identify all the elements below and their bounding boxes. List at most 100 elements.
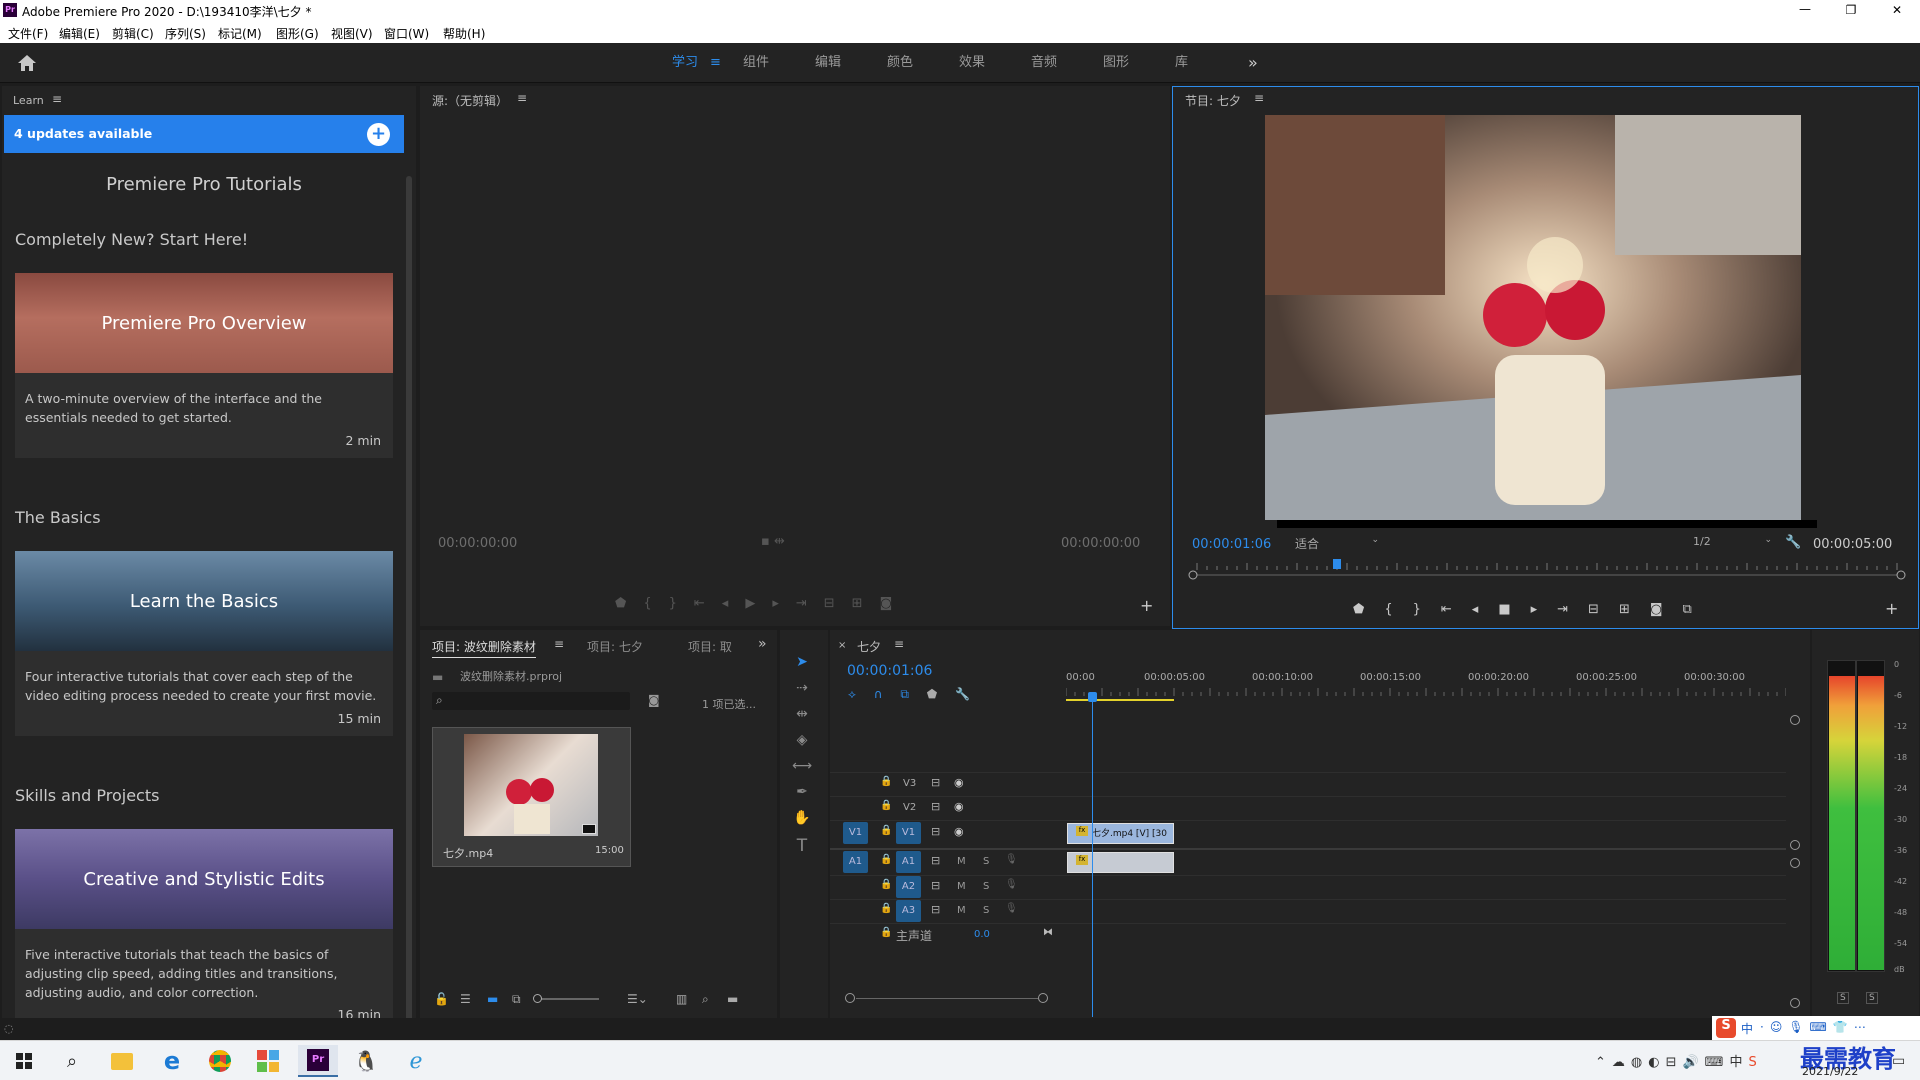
zoom-fit-dropdown[interactable]: 适合 ⌄ (1295, 535, 1385, 553)
menu-graphics[interactable]: 图形(G) (276, 25, 319, 42)
menu-sequence[interactable]: 序列(S) (165, 25, 206, 42)
source-settings-icon[interactable]: ▪ ⇹ (761, 534, 785, 549)
solo-button[interactable]: S (983, 881, 989, 892)
zoom-slider[interactable] (533, 994, 599, 1003)
icon-view-icon[interactable]: ▬ (487, 992, 498, 1006)
workspace-learn[interactable]: 学习 (672, 43, 698, 83)
home-icon[interactable] (17, 54, 37, 72)
sequence-tab[interactable]: 七夕 (857, 638, 881, 655)
lock-icon[interactable]: 🔒 (880, 776, 892, 787)
menu-help[interactable]: 帮助(H) (443, 25, 485, 42)
extract-icon[interactable]: ⊞ (1619, 602, 1650, 617)
solo-right-button[interactable]: S (1866, 992, 1878, 1004)
step-forward-icon[interactable]: ▸ (1531, 602, 1558, 617)
tutorial-card-overview[interactable]: Premiere Pro Overview A two-minute overv… (15, 273, 393, 458)
timeline-vertical-scroll[interactable] (1790, 715, 1802, 1010)
solo-left-button[interactable]: S (1837, 992, 1849, 1004)
nest-icon[interactable]: ⟡ (848, 687, 856, 701)
track-target-a3[interactable]: A3 (896, 900, 921, 922)
lock-icon[interactable]: 🔒 (880, 927, 892, 938)
close-icon[interactable]: × (838, 640, 846, 651)
playhead[interactable] (1088, 692, 1097, 1017)
eye-icon[interactable]: ◉ (954, 800, 964, 813)
close-button[interactable]: ✕ (1882, 0, 1912, 20)
tab-project-qixi[interactable]: 项目: 七夕 (587, 638, 643, 655)
resolution-dropdown[interactable]: 1/2 ⌄ (1693, 535, 1778, 553)
new-bin-from-search-icon[interactable]: ◙ (648, 693, 660, 707)
sync-lock-icon[interactable]: ⊟ (931, 903, 940, 916)
go-to-in-icon[interactable]: ⇤ (1441, 602, 1472, 617)
step-back-icon[interactable]: ◂ (722, 596, 746, 611)
marker-icon[interactable]: ⬟ (1353, 602, 1384, 617)
add-button-icon[interactable]: + (1885, 599, 1898, 618)
track-target-a1[interactable]: A1 (896, 851, 921, 873)
workspace-audio[interactable]: 音频 (1031, 43, 1057, 83)
source-title[interactable]: 源:（无剪辑） (432, 92, 508, 109)
lock-icon[interactable]: 🔒 (880, 903, 892, 914)
program-scrubber[interactable] (1187, 557, 1907, 581)
mute-button[interactable]: M (957, 905, 966, 916)
maximize-button[interactable]: ❐ (1836, 0, 1866, 20)
sync-lock-icon[interactable]: ⊟ (931, 854, 940, 867)
chrome-icon[interactable] (200, 1045, 240, 1077)
lock-icon[interactable]: 🔒 (880, 854, 892, 865)
tab-project-ripple[interactable]: 项目: 波纹删除素材 (432, 638, 536, 658)
source-patch-v1[interactable]: V1 (843, 822, 868, 844)
sync-lock-icon[interactable]: ⊟ (931, 776, 940, 789)
menu-view[interactable]: 视图(V) (331, 25, 373, 42)
selection-tool-icon[interactable]: ➤ (792, 654, 812, 670)
program-title[interactable]: 节目: 七夕 (1185, 92, 1241, 109)
eye-icon[interactable]: ◉ (954, 825, 964, 838)
menu-file[interactable]: 文件(F) (8, 25, 48, 42)
track-target-v1[interactable]: V1 (896, 822, 921, 844)
go-to-out-icon[interactable]: ⇥ (796, 596, 824, 611)
hand-tool-icon[interactable]: ✋ (792, 810, 812, 826)
edge-browser-icon[interactable]: e (152, 1045, 192, 1077)
go-to-out-icon[interactable]: ⇥ (1557, 602, 1588, 617)
tray-app-icons[interactable]: ☁◍◐⊟🔊⌨ (1612, 1055, 1730, 1070)
go-to-in-icon[interactable]: ⇤ (694, 596, 722, 611)
tutorial-card-basics[interactable]: Learn the Basics Four interactive tutori… (15, 551, 393, 736)
workspace-libraries[interactable]: 库 (1175, 43, 1188, 83)
taskbar-date[interactable]: 2021/9/22 (1802, 1065, 1858, 1078)
search-icon[interactable]: ⌕ (52, 1045, 92, 1077)
work-area-bar[interactable] (1066, 699, 1174, 701)
in-point-icon[interactable]: { (1384, 602, 1412, 617)
panel-menu-icon[interactable]: ≡ (52, 92, 62, 106)
insert-icon[interactable]: ⊟ (824, 596, 852, 611)
panel-menu-icon[interactable]: ≡ (554, 637, 564, 651)
mute-button[interactable]: M (957, 856, 966, 867)
lock-icon[interactable]: 🔒 (880, 800, 892, 811)
tray-chevron-icon[interactable]: ⌃ (1595, 1055, 1612, 1070)
sync-lock-icon[interactable]: ⊟ (931, 879, 940, 892)
lock-icon[interactable]: 🔒 (880, 879, 892, 890)
sync-lock-icon[interactable]: ⊟ (931, 825, 940, 838)
in-point-icon[interactable]: { (643, 596, 668, 611)
go-to-edit-icon[interactable]: ⧓ (1043, 927, 1053, 938)
sync-lock-icon[interactable]: ⊟ (931, 800, 940, 813)
menu-marker[interactable]: 标记(M) (218, 25, 262, 42)
panel-menu-icon[interactable]: ≡ (894, 637, 904, 651)
panel-menu-icon[interactable]: ≡ (517, 91, 527, 105)
minimize-button[interactable]: — (1790, 0, 1820, 20)
workspace-effects[interactable]: 效果 (959, 43, 985, 83)
microphone-icon[interactable]: 🎙 (1005, 903, 1018, 914)
add-button-icon[interactable]: + (1140, 596, 1153, 615)
master-volume[interactable]: 0.0 (974, 929, 990, 940)
slip-tool-icon[interactable]: ⟷ (792, 758, 812, 774)
video-clip[interactable]: fx 七夕.mp4 [V] [30 (1067, 823, 1174, 844)
play-icon[interactable]: ▶ (745, 596, 772, 611)
overwrite-icon[interactable]: ⊞ (852, 596, 880, 611)
ime-language[interactable]: 中 (1741, 1020, 1753, 1037)
source-patch-a1[interactable]: A1 (843, 851, 868, 873)
menu-clip[interactable]: 剪辑(C) (112, 25, 154, 42)
solo-button[interactable]: S (983, 856, 989, 867)
find-icon[interactable]: ⌕ (702, 992, 709, 1007)
tray-sogou-icon[interactable]: S (1748, 1055, 1762, 1070)
program-timecode[interactable]: 00:00:01:06 (1192, 537, 1271, 552)
timeline-horizontal-scroll[interactable] (845, 993, 1790, 1005)
time-ruler[interactable]: 00:00 00:00:05:00 00:00:10:00 00:00:15:0… (1066, 672, 1788, 702)
workspace-color[interactable]: 颜色 (887, 43, 913, 83)
app-grid-icon[interactable] (248, 1045, 288, 1077)
solo-button[interactable]: S (983, 905, 989, 916)
